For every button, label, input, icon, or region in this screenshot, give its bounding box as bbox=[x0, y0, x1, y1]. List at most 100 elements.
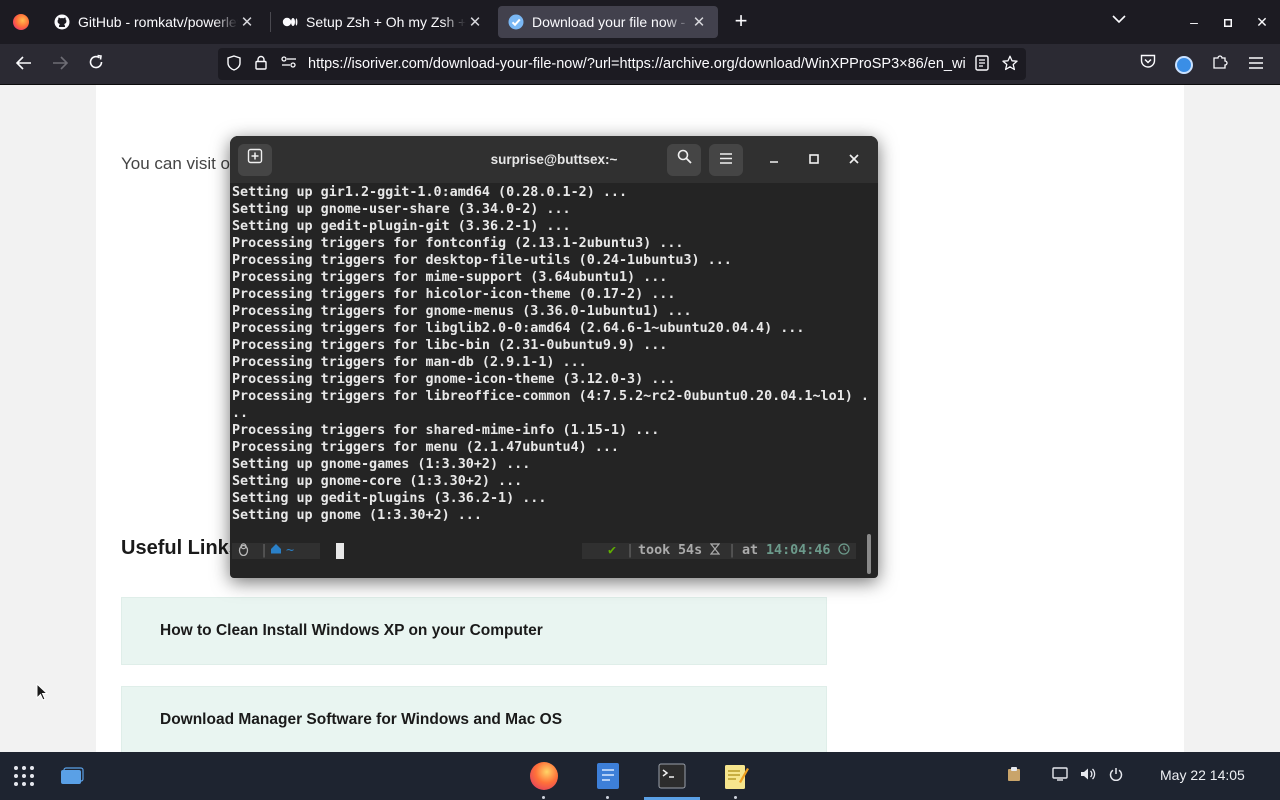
terminal-output[interactable]: Setting up gir1.2-ggit-1.0:amd64 (0.28.0… bbox=[232, 184, 868, 532]
url-text[interactable]: https://isoriver.com/download-your-file-… bbox=[308, 55, 966, 73]
terminal-line: Processing triggers for shared-mime-info… bbox=[232, 423, 660, 438]
bookmark-star-icon[interactable] bbox=[1001, 55, 1019, 73]
useful-link-card[interactable]: Download Manager Software for Windows an… bbox=[121, 686, 827, 754]
tab-setup-zsh[interactable]: Setup Zsh + Oh my Zsh + Powerlevel10k ✕ bbox=[272, 0, 494, 44]
browser-navigation-bar: https://isoriver.com/download-your-file-… bbox=[0, 44, 1280, 85]
document-viewer-icon[interactable] bbox=[592, 760, 624, 792]
prompt-separator: | bbox=[728, 543, 737, 558]
taskbar: May 22 14:05 bbox=[0, 752, 1280, 800]
search-icon[interactable] bbox=[667, 144, 701, 176]
terminal-line: Processing triggers for libglib2.0-0:amd… bbox=[232, 321, 805, 336]
medium-icon bbox=[282, 14, 298, 30]
reader-view-icon[interactable] bbox=[973, 55, 991, 73]
pocket-icon[interactable] bbox=[1135, 52, 1161, 78]
tab-title: Setup Zsh + Oh my Zsh + Powerlevel10k bbox=[306, 14, 466, 30]
terminal-icon[interactable] bbox=[656, 760, 688, 792]
new-tab-terminal-icon[interactable] bbox=[238, 144, 272, 176]
close-tab-icon[interactable]: ✕ bbox=[690, 13, 708, 31]
new-tab-button[interactable]: + bbox=[728, 8, 754, 36]
prompt-separator: | bbox=[626, 543, 635, 558]
close-window-icon[interactable]: ✕ bbox=[1252, 12, 1272, 32]
terminal-scrollbar[interactable] bbox=[867, 534, 871, 574]
terminal-line: Setting up gnome-games (1:3.30+2) ... bbox=[232, 457, 531, 472]
terminal-menu-icon[interactable] bbox=[709, 144, 743, 176]
terminal-line: Processing triggers for libc-bin (2.31-0… bbox=[232, 338, 668, 353]
useful-link-text[interactable]: Download Manager Software for Windows an… bbox=[160, 711, 562, 729]
back-arrow-icon[interactable] bbox=[11, 52, 37, 78]
terminal-line: Processing triggers for menu (2.1.47ubun… bbox=[232, 440, 619, 455]
terminal-line: Setting up gnome-user-share (3.34.0-2) .… bbox=[232, 202, 571, 217]
close-tab-icon[interactable]: ✕ bbox=[466, 13, 484, 31]
app-grid-icon[interactable] bbox=[8, 760, 40, 792]
firefox-icon bbox=[13, 14, 29, 30]
useful-links-heading: Useful Links bbox=[121, 537, 240, 559]
maximize-terminal-icon[interactable] bbox=[797, 144, 831, 176]
tab-github[interactable]: GitHub - romkatv/powerlevel10k ✕ bbox=[44, 0, 266, 44]
workspaces-icon[interactable] bbox=[56, 760, 88, 792]
tab-divider bbox=[270, 12, 271, 32]
home-icon bbox=[270, 543, 282, 559]
shell-prompt[interactable]: | ~ ✔ | took 54s | at 14:04:46 bbox=[230, 540, 870, 562]
running-indicator bbox=[542, 796, 545, 799]
terminal-header-bar[interactable]: surprise@buttsex:~ bbox=[230, 136, 878, 183]
maximize-window-icon[interactable] bbox=[1218, 12, 1238, 32]
browser-tab-bar: GitHub - romkatv/powerlevel10k ✕ Setup Z… bbox=[0, 0, 1280, 44]
terminal-line: Setting up gedit-plugins (3.36.2-1) ... bbox=[232, 491, 547, 506]
check-badge-icon bbox=[508, 14, 524, 30]
firefox-icon[interactable] bbox=[528, 760, 560, 792]
terminal-line: Setting up gnome-core (1:3.30+2) ... bbox=[232, 474, 523, 489]
prompt-duration: 54s bbox=[678, 543, 703, 558]
close-tab-icon[interactable]: ✕ bbox=[238, 13, 256, 31]
firefox-view-button[interactable] bbox=[0, 0, 42, 44]
terminal-line: Setting up gedit-plugin-git (3.36.2-1) .… bbox=[232, 219, 571, 234]
terminal-line: Processing triggers for gnome-icon-theme… bbox=[232, 372, 676, 387]
url-bar[interactable]: https://isoriver.com/download-your-file-… bbox=[218, 48, 1026, 80]
lock-icon[interactable] bbox=[252, 55, 270, 73]
prompt-status-ok: ✔ bbox=[608, 543, 617, 558]
hamburger-menu-icon[interactable] bbox=[1243, 52, 1269, 78]
extensions-puzzle-icon[interactable] bbox=[1207, 52, 1233, 78]
hourglass-icon bbox=[709, 543, 721, 559]
terminal-line: Setting up gnome (1:3.30+2) ... bbox=[232, 508, 482, 523]
minimize-window-icon[interactable]: – bbox=[1184, 12, 1204, 32]
terminal-line: Processing triggers for mime-support (3.… bbox=[232, 270, 668, 285]
volume-icon[interactable] bbox=[1078, 766, 1098, 786]
prompt-separator: | bbox=[260, 543, 269, 558]
clock[interactable]: May 22 14:05 bbox=[1160, 767, 1245, 783]
tab-download-file[interactable]: Download your file now - ISORiver ✕ bbox=[498, 6, 718, 38]
reload-icon[interactable] bbox=[83, 52, 109, 78]
running-indicator bbox=[734, 796, 737, 799]
useful-link-text[interactable]: How to Clean Install Windows XP on your … bbox=[160, 622, 543, 640]
github-icon bbox=[54, 14, 70, 30]
terminal-line: Processing triggers for desktop-file-uti… bbox=[232, 253, 732, 268]
clipboard-icon[interactable] bbox=[1004, 766, 1024, 786]
tab-title: Download your file now - ISORiver bbox=[532, 14, 690, 30]
terminal-line: .. bbox=[232, 406, 249, 421]
clock-icon bbox=[838, 543, 850, 559]
account-avatar-icon[interactable] bbox=[1171, 52, 1197, 78]
minimize-terminal-icon[interactable] bbox=[757, 144, 791, 176]
text-editor-icon[interactable] bbox=[720, 760, 752, 792]
display-icon[interactable] bbox=[1050, 766, 1070, 786]
close-terminal-icon[interactable] bbox=[837, 144, 871, 176]
terminal-window[interactable]: surprise@buttsex:~ Setting up gir1.2-ggi… bbox=[230, 136, 878, 578]
tracking-protection-shield-icon[interactable] bbox=[225, 55, 243, 73]
prompt-directory: ~ bbox=[286, 543, 295, 558]
linux-tux-icon bbox=[238, 543, 249, 559]
useful-link-card[interactable]: How to Clean Install Windows XP on your … bbox=[121, 597, 827, 665]
prompt-time: 14:04:46 bbox=[766, 543, 831, 558]
list-all-tabs-icon[interactable] bbox=[1108, 12, 1130, 32]
power-icon[interactable] bbox=[1106, 766, 1126, 786]
terminal-line: Processing triggers for libreoffice-comm… bbox=[232, 389, 868, 404]
prompt-took-label: took bbox=[638, 543, 671, 558]
terminal-line: Processing triggers for fontconfig (2.13… bbox=[232, 236, 684, 251]
permissions-icon[interactable] bbox=[280, 55, 298, 73]
terminal-line: Setting up gir1.2-ggit-1.0:amd64 (0.28.0… bbox=[232, 185, 628, 200]
terminal-line: Processing triggers for man-db (2.9.1-1)… bbox=[232, 355, 587, 370]
terminal-line: Processing triggers for hicolor-icon-the… bbox=[232, 287, 676, 302]
text-cursor bbox=[336, 543, 344, 559]
prompt-at-label: at bbox=[742, 543, 759, 558]
mouse-pointer-icon bbox=[36, 683, 48, 701]
terminal-line: Processing triggers for gnome-menus (3.3… bbox=[232, 304, 692, 319]
forward-arrow-icon[interactable] bbox=[47, 52, 73, 78]
